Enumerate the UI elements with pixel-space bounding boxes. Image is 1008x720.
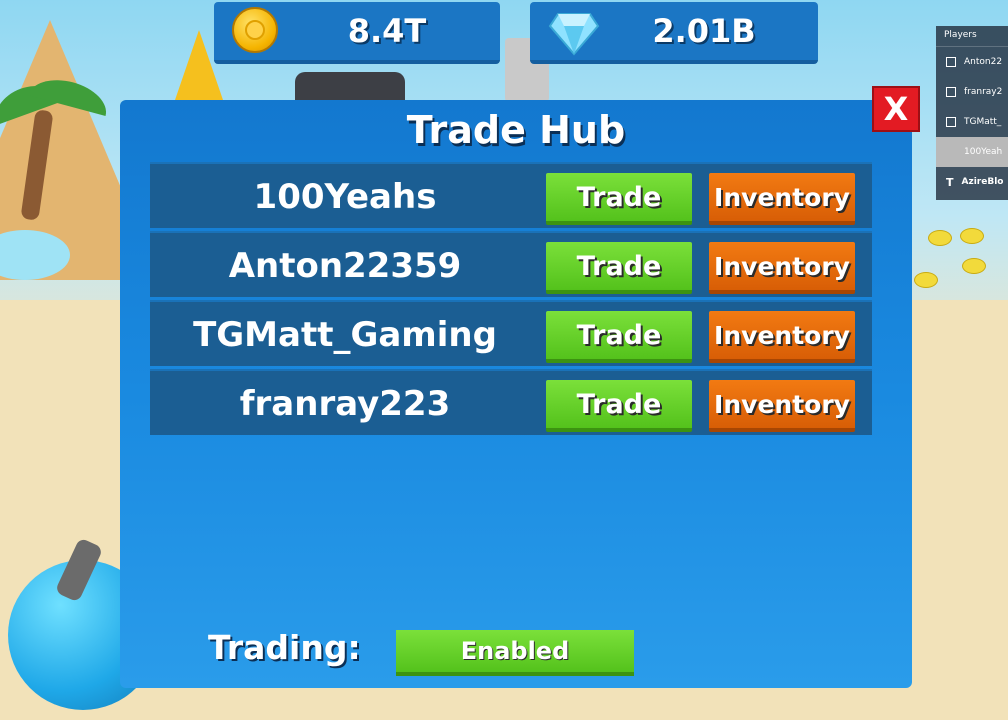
ground-coin	[962, 258, 986, 274]
player-list-name: TGMatt_	[964, 117, 1002, 127]
trade-button[interactable]: Trade	[546, 380, 692, 432]
trade-hub-title: Trade Hub	[406, 108, 626, 152]
trading-label: Trading:	[208, 628, 361, 667]
trade-player-name: franray223	[239, 384, 451, 424]
players-list-title: Players	[936, 26, 1008, 47]
inventory-button[interactable]: Inventory	[709, 311, 855, 363]
close-button[interactable]: X	[872, 86, 920, 132]
player-badge-icon	[946, 57, 956, 67]
trade-player-row: franray223 Trade Inventory	[150, 369, 872, 435]
player-list-item[interactable]: 100Yeah	[936, 137, 1008, 167]
ground-coin	[928, 230, 952, 246]
gems-counter: 2.01B	[530, 2, 818, 64]
players-list: Players Anton22 franray2 TGMatt_ 100Yeah…	[936, 26, 1008, 200]
inventory-button[interactable]: Inventory	[709, 380, 855, 432]
trade-player-name: TGMatt_Gaming	[193, 315, 497, 355]
trade-button[interactable]: Trade	[546, 173, 692, 225]
player-list-name: AzireBlo	[961, 177, 1004, 187]
player-list-item[interactable]: T AzireBlo	[936, 167, 1008, 197]
player-list-name: Anton22	[964, 57, 1003, 67]
inventory-button[interactable]: Inventory	[709, 242, 855, 294]
inventory-button[interactable]: Inventory	[709, 173, 855, 225]
trade-player-list: 100Yeahs Trade Inventory Anton22359 Trad…	[150, 162, 872, 438]
player-list-item[interactable]: Anton22	[936, 47, 1008, 77]
trade-player-name: 100Yeahs	[253, 177, 437, 217]
coins-amount: 8.4T	[347, 12, 427, 50]
trade-button[interactable]: Trade	[546, 242, 692, 294]
player-badge-icon	[946, 117, 956, 127]
trade-hub-window: Trade Hub 100Yeahs Trade Inventory Anton…	[120, 100, 912, 688]
ground-coin	[914, 272, 938, 288]
player-list-item[interactable]: TGMatt_	[936, 107, 1008, 137]
gems-amount: 2.01B	[652, 12, 756, 50]
trade-player-name: Anton22359	[228, 246, 462, 286]
ground-coin	[960, 228, 984, 244]
player-badge-icon	[946, 87, 956, 97]
player-list-item[interactable]: franray2	[936, 77, 1008, 107]
trading-toggle-button[interactable]: Enabled	[396, 630, 634, 676]
trade-player-row: 100Yeahs Trade Inventory	[150, 162, 872, 228]
coins-counter: 8.4T	[214, 2, 500, 64]
player-list-name: franray2	[964, 87, 1003, 97]
trade-button[interactable]: Trade	[546, 311, 692, 363]
player-list-name: 100Yeah	[964, 147, 1003, 157]
trade-player-row: TGMatt_Gaming Trade Inventory	[150, 300, 872, 366]
trade-player-row: Anton22359 Trade Inventory	[150, 231, 872, 297]
t-badge-icon: T	[946, 175, 954, 189]
dark-rock-prop	[295, 72, 405, 102]
